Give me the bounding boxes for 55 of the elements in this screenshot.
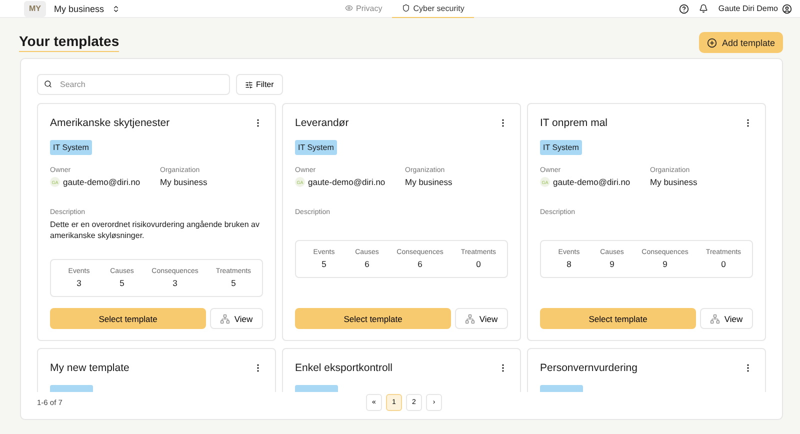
bell-icon[interactable]: [699, 4, 708, 13]
stat-value: 8: [566, 259, 572, 269]
select-template-button[interactable]: Select template: [540, 308, 696, 329]
nodes-icon: [220, 314, 230, 324]
shield-icon: [402, 4, 410, 12]
search-field[interactable]: Search: [37, 74, 230, 95]
stat-value: 0: [475, 259, 482, 269]
organization-name: My business: [405, 177, 454, 187]
select-template-button[interactable]: Select template: [50, 308, 206, 329]
owner-email: gaute-demo@diri.no: [553, 177, 630, 187]
view-button[interactable]: View: [210, 308, 263, 329]
stat-value: 3: [172, 278, 178, 288]
search-icon: [44, 80, 52, 88]
nodes-icon: [710, 314, 720, 324]
user-name[interactable]: Gaute Diri Demo: [718, 4, 778, 13]
stat-value: 9: [608, 259, 616, 269]
category-tag: IT System: [540, 140, 582, 155]
owner-email: gaute-demo@diri.no: [63, 177, 140, 187]
stat-value: 5: [230, 278, 237, 288]
view-button[interactable]: View: [455, 308, 508, 329]
filter-button[interactable]: Filter: [236, 74, 283, 95]
nodes-icon: [465, 314, 476, 324]
category-tag: IT System: [50, 140, 92, 155]
page-title: Your templates: [19, 33, 120, 52]
stat-value: 5: [118, 278, 126, 288]
chevrons-icon[interactable]: [112, 4, 120, 12]
description-text: Dette er en overordnet risikovurdering angående bruken av amerikanske skyløsninger.: [50, 219, 260, 241]
template-title: Amerikanske skytjenester: [50, 117, 170, 129]
add-template-button[interactable]: Add template: [698, 32, 783, 53]
eye-icon: [345, 4, 353, 12]
template-title: My new template: [50, 362, 130, 374]
select-template-button[interactable]: Select template: [295, 308, 451, 329]
stat-value: 5: [320, 259, 328, 269]
stat-value: 6: [416, 259, 424, 269]
category-tag: IT System: [295, 140, 337, 155]
template-title: Leverandør: [295, 117, 349, 129]
stat-value: 3: [76, 278, 82, 288]
organization-name: My business: [650, 177, 698, 187]
stat-value: 6: [364, 259, 370, 269]
view-button[interactable]: View: [700, 308, 753, 329]
user-avatar-icon[interactable]: [782, 4, 792, 14]
template-title: Enkel eksportkontroll: [295, 362, 392, 374]
organization-name: My business: [160, 177, 208, 187]
stat-value: 9: [662, 259, 668, 269]
help-icon[interactable]: [679, 4, 690, 14]
template-title: Personvernvurdering: [540, 362, 638, 374]
plus-circle-icon: [706, 38, 717, 48]
template-title: IT onprem mal: [540, 117, 608, 129]
nav-tab[interactable]: Privacy: [335, 0, 392, 18]
stat-value: 0: [720, 259, 727, 269]
business-logo[interactable]: MY: [24, 0, 46, 16]
business-name[interactable]: My business: [54, 4, 104, 14]
nav-tab[interactable]: Cyber security: [392, 0, 474, 18]
sliders-icon: [245, 80, 253, 88]
owner-email: gaute-demo@diri.no: [308, 177, 386, 187]
